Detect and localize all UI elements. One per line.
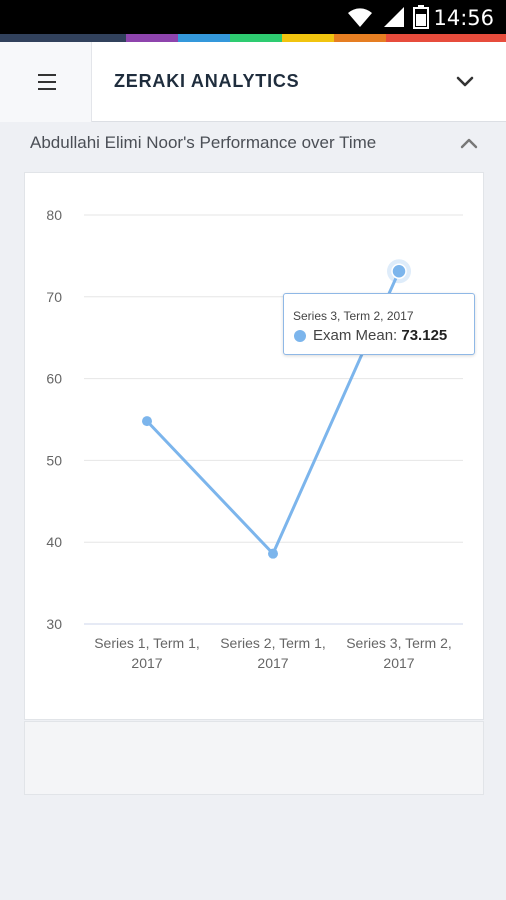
chart-tooltip: Series 3, Term 2, 2017 Exam Mean: 73.125 [283,293,475,355]
data-point [142,416,152,427]
performance-line-chart: 30 40 50 60 70 80 Series 1, Term 1, 2017 Series … [46,207,463,671]
x-tick-label: Series 2, Term 1, [220,635,326,651]
y-tick-label: 40 [46,534,62,550]
x-tick-label: Series 1, Term 1, [94,635,200,651]
tooltip-value: 73.125 [401,327,448,344]
y-tick-label: 30 [46,616,62,632]
data-point [391,263,407,279]
x-tick-label: Series 3, Term 2, [346,635,452,651]
tooltip-body: Exam Mean: 73.125 [313,327,447,344]
data-point [268,548,278,559]
y-tick-label: 80 [46,207,62,223]
tooltip-header: Series 3, Term 2, 2017 [293,309,414,323]
y-tick-label: 50 [46,452,62,468]
y-tick-label: 70 [46,289,62,305]
x-tick-label: 2017 [131,655,162,671]
y-tick-label: 60 [46,371,62,387]
x-tick-label: 2017 [383,655,414,671]
tooltip-series-marker [294,330,306,342]
tooltip-label: Exam Mean: [313,327,398,344]
x-tick-label: 2017 [257,655,288,671]
